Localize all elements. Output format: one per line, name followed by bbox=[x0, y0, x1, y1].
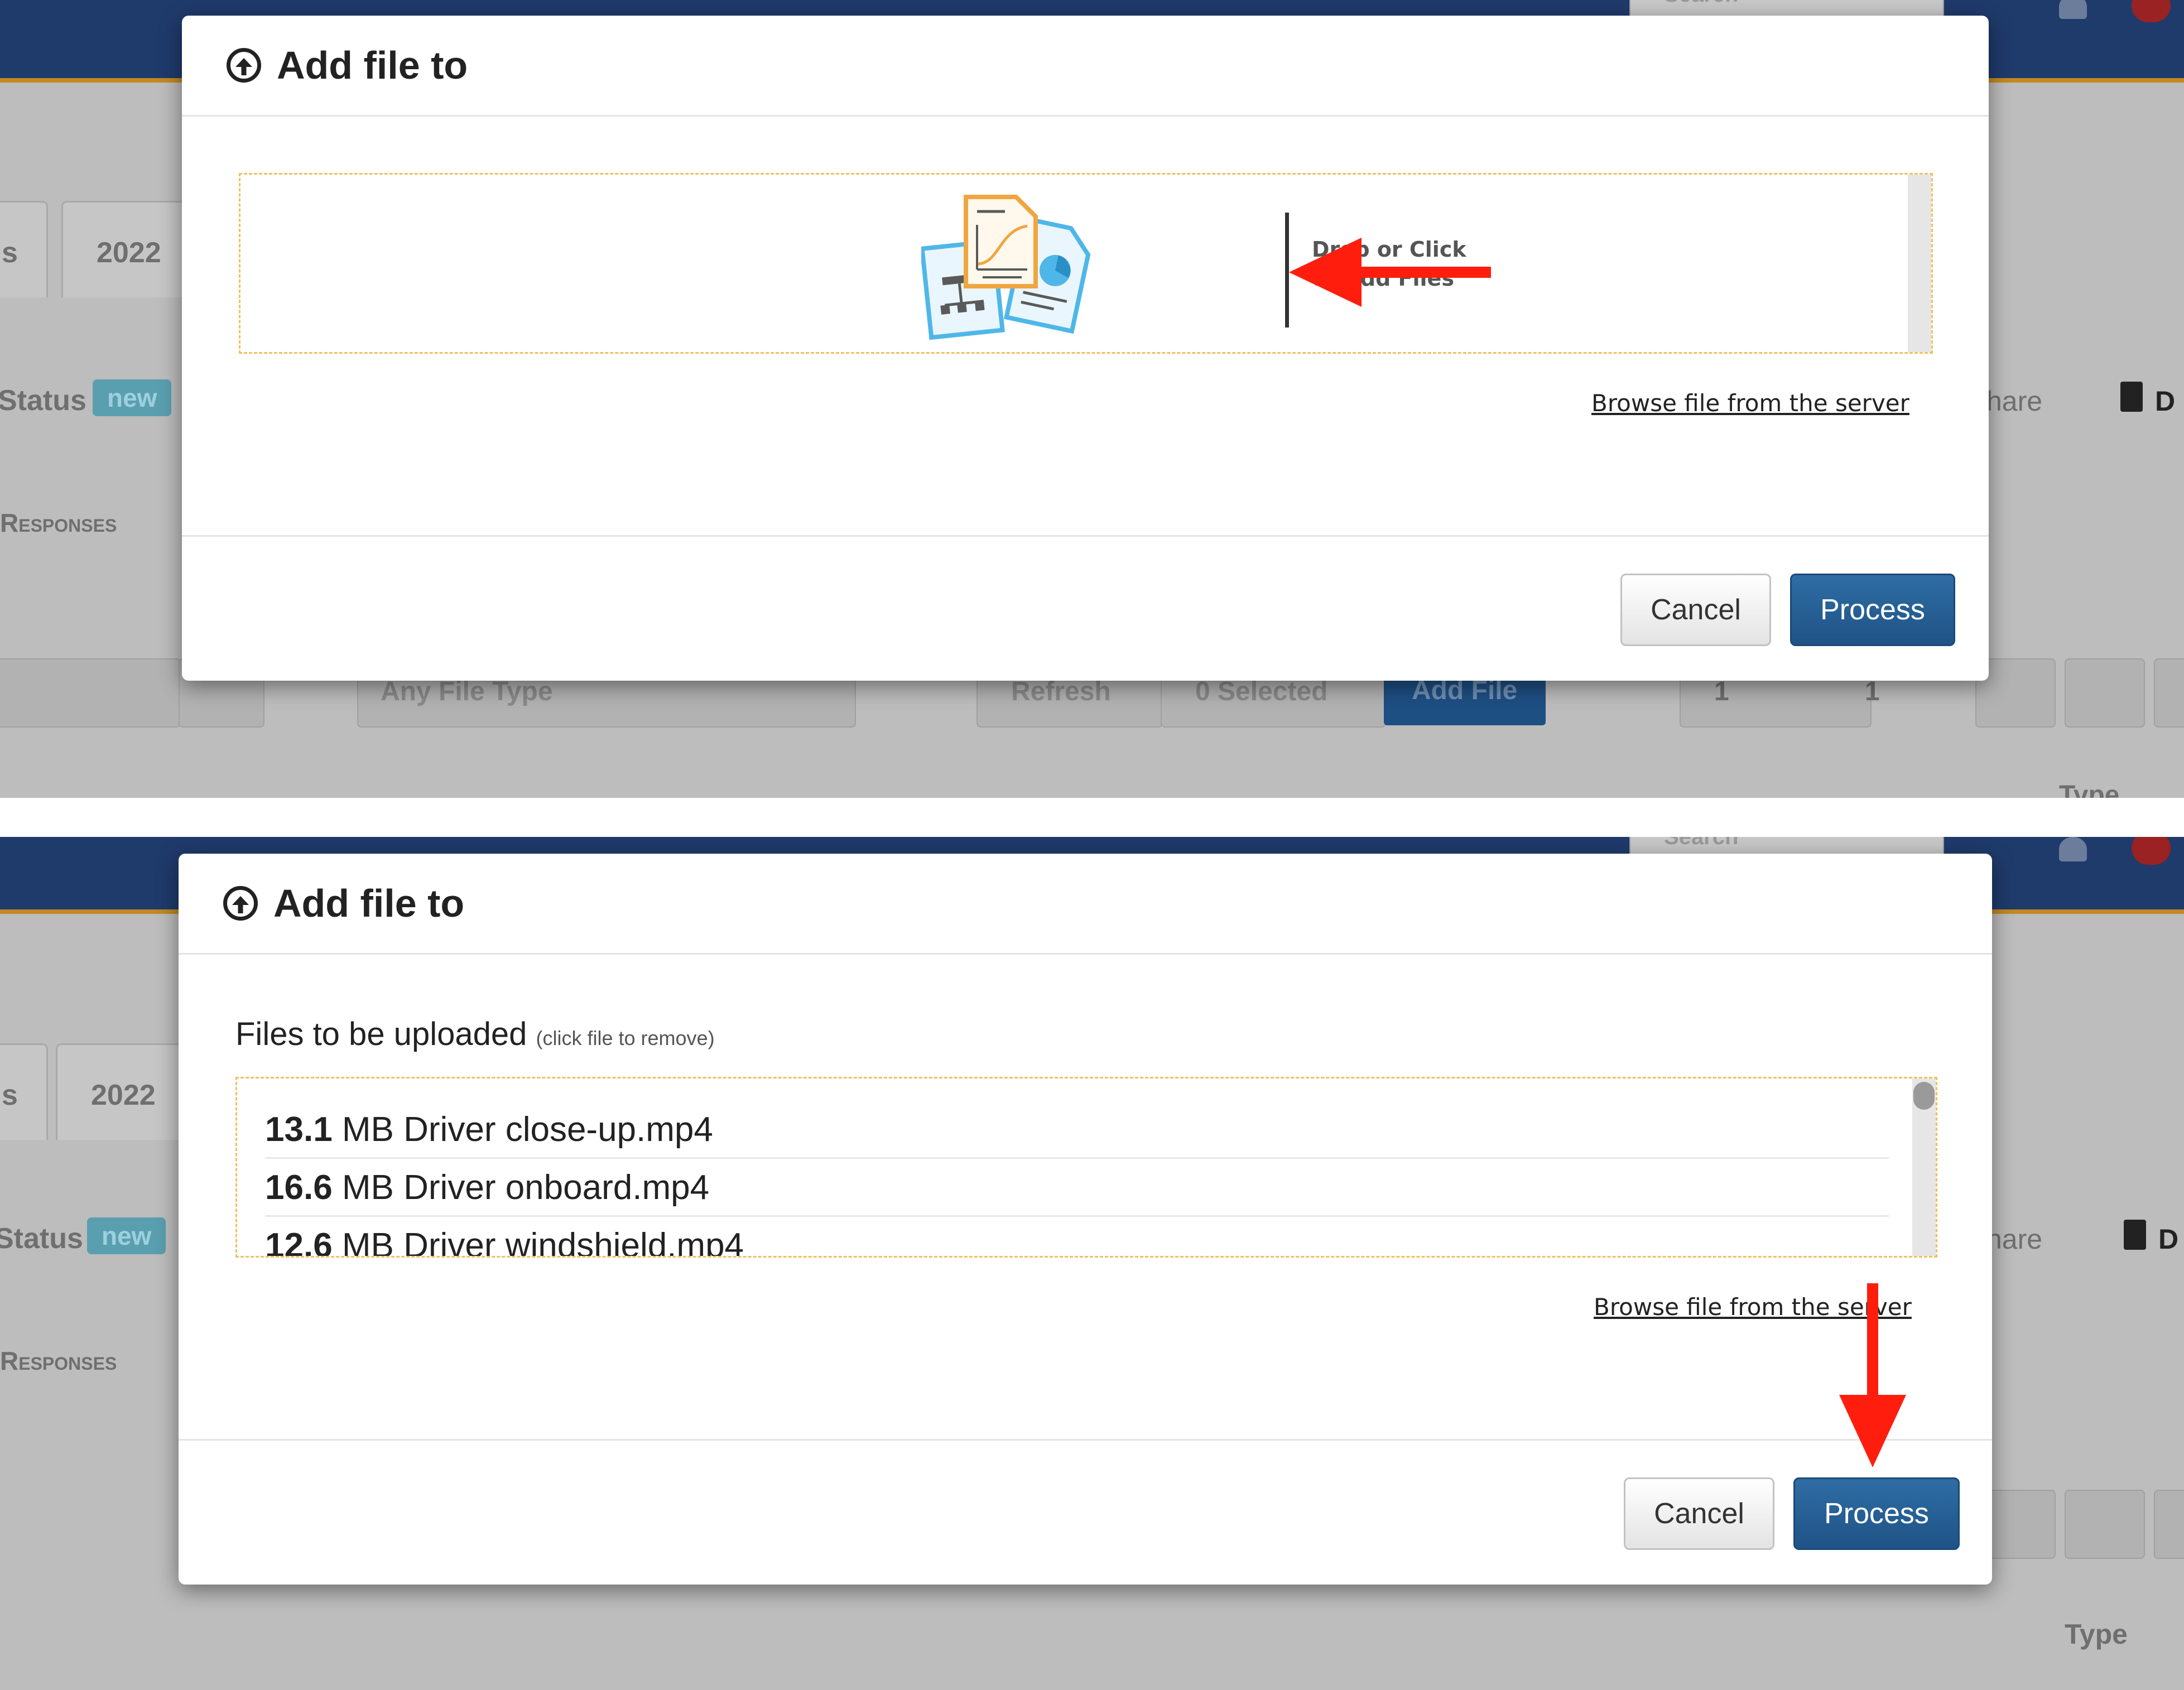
browse-server-link[interactable]: Browse file from the server bbox=[1591, 389, 1909, 417]
status-badge: new bbox=[87, 1217, 166, 1254]
status-label: Status bbox=[0, 384, 86, 417]
dialog-footer: Cancel Process bbox=[179, 1439, 1992, 1585]
bell-icon[interactable] bbox=[2059, 837, 2087, 861]
share-button[interactable]: hare bbox=[1986, 1223, 2042, 1255]
tab-previous[interactable]: s bbox=[0, 1043, 48, 1140]
notification-badge bbox=[2132, 0, 2171, 22]
process-button[interactable]: Process bbox=[1793, 1477, 1960, 1550]
documents-icon bbox=[921, 195, 1091, 340]
file-dropzone[interactable]: Drop or Click to Add Files bbox=[239, 173, 1933, 354]
file-item[interactable]: 12.6 MB Driver windshield.mp4 bbox=[265, 1217, 1889, 1256]
share-button[interactable]: hare bbox=[1986, 385, 2042, 417]
screenshot-panel-files: Search s 2022 Status new Responses hare … bbox=[0, 837, 2184, 1690]
tab-previous[interactable]: s bbox=[0, 201, 48, 297]
dialog-header: Add file to bbox=[182, 16, 1989, 117]
trash-icon[interactable] bbox=[2120, 382, 2143, 412]
prev-page-button[interactable] bbox=[2065, 1490, 2145, 1559]
type-column-header[interactable]: Type bbox=[2059, 780, 2119, 798]
filter-input[interactable] bbox=[0, 658, 181, 728]
dialog-title: Add file to bbox=[277, 44, 468, 87]
annotation-arrow-down bbox=[1839, 1283, 1906, 1467]
add-file-dialog: Add file to Files to be uploaded (click … bbox=[179, 854, 1992, 1585]
dialog-title: Add file to bbox=[273, 882, 465, 925]
annotation-arrow-left bbox=[1289, 238, 1491, 307]
bell-icon[interactable] bbox=[2059, 0, 2087, 19]
dropzone-scrollbar[interactable] bbox=[1908, 175, 1931, 352]
files-heading: Files to be uploaded (click file to remo… bbox=[235, 1016, 715, 1052]
cancel-button[interactable]: Cancel bbox=[1620, 574, 1771, 646]
file-list-scrollbar[interactable] bbox=[1912, 1078, 1936, 1256]
trash-icon[interactable] bbox=[2124, 1220, 2146, 1250]
responses-tab[interactable]: Responses bbox=[0, 508, 117, 538]
files-hint: (click file to remove) bbox=[536, 1027, 715, 1049]
upload-circle-icon bbox=[227, 48, 261, 83]
add-file-dialog: Add file to Drop or Click to Add Files B… bbox=[182, 16, 1989, 681]
file-item[interactable]: 16.6 MB Driver onboard.mp4 bbox=[265, 1159, 1889, 1217]
next-page-button[interactable] bbox=[2154, 1490, 2184, 1559]
status-label: Status bbox=[0, 1222, 83, 1255]
dialog-footer: Cancel Process bbox=[182, 535, 1989, 681]
screenshot-panel-drop: Search s 2022 Status new Responses hare … bbox=[0, 0, 2184, 798]
process-button[interactable]: Process bbox=[1790, 574, 1955, 646]
notification-badge bbox=[2132, 837, 2171, 865]
status-badge: new bbox=[93, 379, 172, 416]
type-column-header[interactable]: Type bbox=[2065, 1618, 2128, 1650]
cancel-button[interactable]: Cancel bbox=[1624, 1477, 1774, 1550]
file-item[interactable]: 13.1 MB Driver close-up.mp4 bbox=[265, 1101, 1889, 1159]
next-page-button[interactable] bbox=[2154, 658, 2184, 728]
prev-page-button[interactable] bbox=[2065, 658, 2145, 728]
upload-circle-icon bbox=[223, 886, 258, 921]
dialog-header: Add file to bbox=[179, 854, 1992, 955]
scrollbar-thumb[interactable] bbox=[1913, 1082, 1935, 1110]
file-list-dropzone[interactable]: 13.1 MB Driver close-up.mp4 16.6 MB Driv… bbox=[235, 1077, 1937, 1258]
responses-tab[interactable]: Responses bbox=[0, 1346, 117, 1376]
